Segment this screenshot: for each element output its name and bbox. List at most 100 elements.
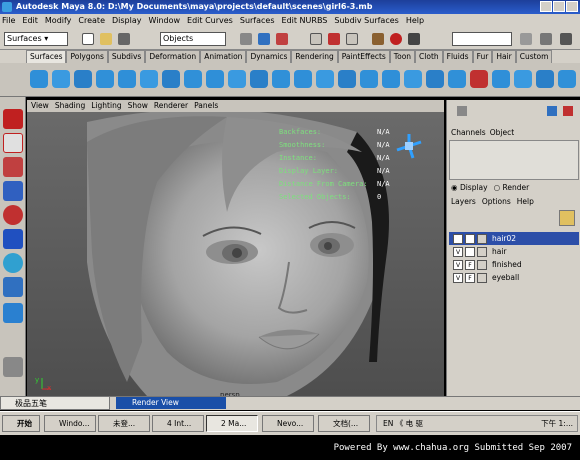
viewport-3d-scene[interactable]: y x Backfaces: N/A Smoothness: N/A Instance:… [27,112,444,396]
taskbar-window-button[interactable]: 2 Ma... [206,415,258,432]
shelf-tool-icon[interactable] [470,70,488,88]
tab-cloth[interactable]: Cloth [415,50,443,63]
menu-file[interactable]: File [2,14,15,28]
render-view-window-button[interactable]: Render View [116,397,226,409]
viewport-menu-shading[interactable]: Shading [55,100,85,112]
save-scene-icon[interactable] [118,33,130,45]
shelf-tool-icon[interactable] [382,70,400,88]
shelf-tool-icon[interactable] [228,70,246,88]
minimize-button[interactable] [540,1,552,12]
close-button[interactable] [566,1,578,12]
layer-color-swatch[interactable] [477,233,487,244]
layer-visibility-toggle[interactable]: V [453,259,463,270]
tab-fur[interactable]: Fur [472,50,493,63]
ime-toolbar[interactable]: 极品五笔 [0,396,110,410]
rotate-tool-icon[interactable] [3,205,23,225]
tab-channels[interactable]: Channels [451,128,486,137]
display-radio[interactable]: ◉ Display [451,182,488,194]
shelf-tool-icon[interactable] [30,70,48,88]
viewport-menu-panels[interactable]: Panels [194,100,218,112]
select-by-component-icon[interactable] [276,33,288,45]
channel-box-toggle-icon[interactable] [520,33,532,45]
shelf-tool-icon[interactable] [250,70,268,88]
shelf-tool-icon[interactable] [360,70,378,88]
render-radio[interactable]: ○ Render [494,182,530,194]
menu-edit[interactable]: Edit [22,14,38,28]
tab-surfaces[interactable]: Surfaces [26,50,67,63]
menu-edit-nurbs[interactable]: Edit NURBS [282,14,328,28]
viewport-menu-lighting[interactable]: Lighting [91,100,121,112]
shelf-tool-icon[interactable] [206,70,224,88]
layer-color-swatch[interactable] [477,272,487,283]
layer-visibility-toggle[interactable]: V [453,272,463,283]
tab-deformation[interactable]: Deformation [145,50,201,63]
layer-visibility-toggle[interactable] [453,233,463,244]
layer-visibility-toggle[interactable]: V [453,246,463,257]
menu-edit-curves[interactable]: Edit Curves [187,14,233,28]
menu-subdiv-surfaces[interactable]: Subdiv Surfaces [334,14,398,28]
menu-create[interactable]: Create [78,14,105,28]
taskbar-window-button[interactable]: 4 Int... [152,415,204,432]
attribute-editor-icon[interactable] [547,106,557,116]
channel-box-icon[interactable] [457,106,467,116]
taskbar-window-button[interactable]: 文档(... [318,415,370,432]
tab-painteffects[interactable]: PaintEffects [337,50,390,63]
tab-hair[interactable]: Hair [492,50,516,63]
tab-polygons[interactable]: Polygons [66,50,108,63]
new-layer-icon[interactable] [559,210,575,226]
select-by-hierarchy-icon[interactable] [240,33,252,45]
menu-window[interactable]: Window [149,14,181,28]
select-by-object-type-icon[interactable] [258,33,270,45]
menu-display[interactable]: Display [112,14,142,28]
tab-toon[interactable]: Toon [389,50,416,63]
move-tool-icon[interactable] [3,181,23,201]
layer-menu-help[interactable]: Help [517,197,534,206]
menu-surfaces[interactable]: Surfaces [240,14,275,28]
shelf-tool-icon[interactable] [492,70,510,88]
layer-freeze-toggle[interactable]: F [465,259,475,270]
start-button[interactable]: 开始 [2,415,40,432]
four-view-layout-icon[interactable] [3,303,23,323]
shelf-tool-icon[interactable] [316,70,334,88]
scale-tool-icon[interactable] [3,229,23,249]
layer-color-swatch[interactable] [477,246,487,257]
tool-settings-icon[interactable] [563,106,573,116]
layer-freeze-toggle[interactable] [465,246,475,257]
shelf-tool-icon[interactable] [272,70,290,88]
shelf-tool-icon[interactable] [162,70,180,88]
taskbar-window-button[interactable]: Nevo... [262,415,314,432]
snap-curve-icon[interactable] [328,33,340,45]
shelf-tool-icon[interactable] [558,70,576,88]
lasso-tool-icon[interactable] [3,133,23,153]
shelf-tool-icon[interactable] [338,70,356,88]
shelf-tool-icon[interactable] [74,70,92,88]
viewport-menu-show[interactable]: Show [128,100,148,112]
taskbar-window-button[interactable]: Windo... [44,415,96,432]
shelf-tool-icon[interactable] [96,70,114,88]
layer-row[interactable]: Vhair [449,245,579,258]
manipulator-tool-icon[interactable] [3,253,23,273]
layer-menu-options[interactable]: Options [482,197,511,206]
shelf-tool-icon[interactable] [404,70,422,88]
shelf-tool-icon[interactable] [426,70,444,88]
layer-row[interactable]: V Feyeball [449,271,579,284]
menu-set-dropdown[interactable]: Surfaces ▾ [4,32,68,46]
taskbar-window-button[interactable]: 未登... [98,415,150,432]
snap-point-icon[interactable] [346,33,358,45]
shelf-tool-icon[interactable] [140,70,158,88]
selection-mode-dropdown[interactable]: Objects [160,32,226,46]
shelf-tool-icon[interactable] [514,70,532,88]
tab-fluids[interactable]: Fluids [442,50,473,63]
tab-dynamics[interactable]: Dynamics [246,50,292,63]
menu-help[interactable]: Help [406,14,424,28]
new-scene-icon[interactable] [82,33,94,45]
paint-select-icon[interactable] [3,157,23,177]
shelf-tool-icon[interactable] [52,70,70,88]
tab-animation[interactable]: Animation [200,50,247,63]
layer-row[interactable]: V Ffinished [449,258,579,271]
layer-freeze-toggle[interactable]: F [465,272,475,283]
viewport-menu-renderer[interactable]: Renderer [154,100,188,112]
select-tool-icon[interactable] [3,109,23,129]
tab-rendering[interactable]: Rendering [291,50,338,63]
viewport-menu-view[interactable]: View [31,100,49,112]
